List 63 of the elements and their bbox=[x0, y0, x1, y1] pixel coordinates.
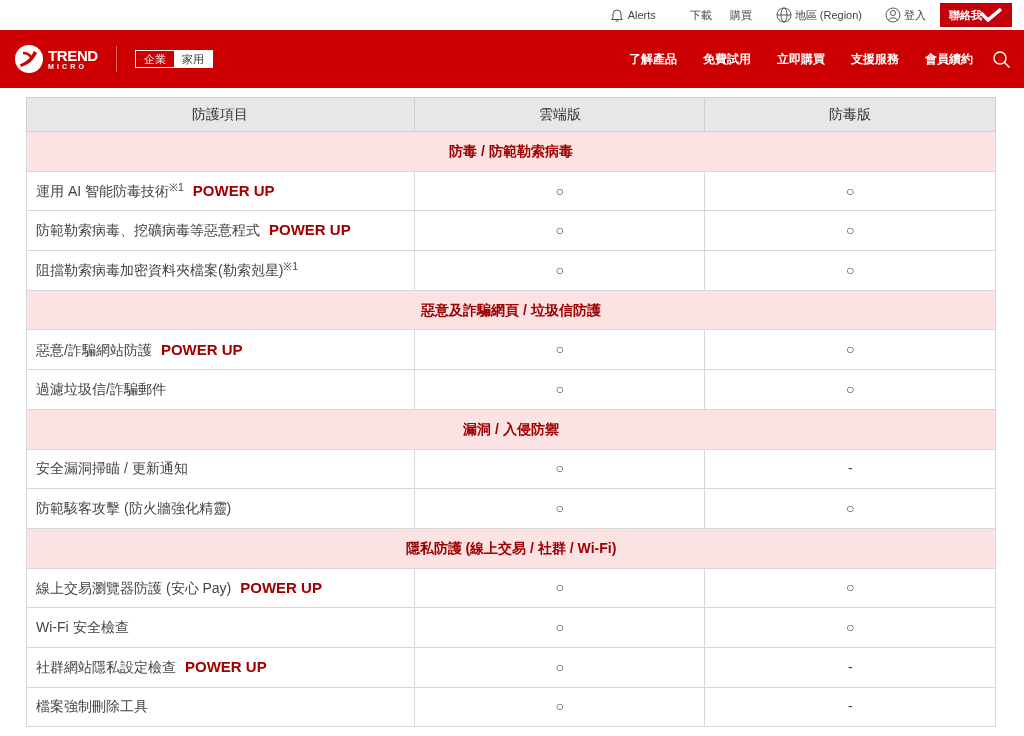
feature-label: Wi-Fi 安全檢查 bbox=[36, 619, 129, 636]
check-icon bbox=[980, 8, 1002, 22]
table-cell: ○ bbox=[414, 449, 705, 489]
table-cell: - bbox=[704, 687, 996, 727]
table-cell: ○ bbox=[704, 171, 996, 211]
power-up-tag: POWER UP bbox=[269, 221, 351, 239]
table-cell: ○ bbox=[704, 329, 996, 370]
feature-label: 防範勒索病毒、挖礦病毒等惡意程式 bbox=[36, 222, 260, 239]
user-icon[interactable] bbox=[885, 7, 901, 23]
power-up-tag: POWER UP bbox=[240, 578, 322, 596]
section-header: 防毒 / 防範勒索病毒 bbox=[26, 131, 996, 172]
feature-label: 安全漏洞掃瞄 / 更新通知 bbox=[36, 460, 188, 477]
section-header: 漏洞 / 入侵防禦 bbox=[26, 409, 996, 449]
table-cell: ○ bbox=[414, 210, 705, 251]
feature-label: 運用 AI 智能防毒技術$^{※1}$ bbox=[36, 182, 184, 199]
power-up-tag: POWER UP bbox=[185, 658, 267, 676]
feature-label: 防範駭客攻擊 (防火牆強化精靈) bbox=[36, 500, 232, 517]
feature-label: 線上交易瀏覽器防護 (安心 Pay) bbox=[36, 579, 232, 596]
table-cell: ○ bbox=[704, 210, 996, 251]
table-cell: ○ bbox=[704, 607, 996, 648]
column-header: 防毒版 bbox=[704, 97, 996, 132]
login-link[interactable]: 登入 bbox=[904, 6, 926, 24]
power-up-tag: POWER UP bbox=[192, 181, 275, 199]
feature-label: 過濾垃圾信/詐騙郵件 bbox=[36, 380, 166, 397]
globe-icon[interactable] bbox=[775, 7, 792, 23]
alerts-link[interactable]: Alerts bbox=[627, 6, 656, 24]
table-cell: ○ bbox=[414, 607, 705, 648]
nav-link[interactable]: 了解產品 bbox=[629, 50, 677, 68]
table-cell: - bbox=[704, 647, 996, 688]
bell-icon[interactable] bbox=[608, 7, 625, 23]
table-cell: ○ bbox=[414, 687, 705, 727]
table-cell: ○ bbox=[414, 250, 705, 291]
table-cell: ○ bbox=[414, 329, 705, 370]
table-cell: ○ bbox=[704, 369, 996, 410]
table-cell: ○ bbox=[414, 647, 705, 688]
nav-link[interactable]: 免費試用 bbox=[703, 50, 751, 68]
nav-link[interactable]: 會員續約 bbox=[925, 50, 973, 68]
buy-link[interactable]: 購買 bbox=[729, 6, 752, 24]
nav-link[interactable]: 支援服務 bbox=[851, 50, 899, 68]
table-cell: ○ bbox=[704, 488, 996, 529]
table-cell: - bbox=[704, 449, 996, 489]
table-cell: ○ bbox=[414, 488, 705, 529]
table-cell: ○ bbox=[704, 250, 996, 291]
power-up-tag: POWER UP bbox=[160, 340, 243, 358]
table-cell: ○ bbox=[414, 568, 705, 608]
nav-link[interactable]: 立即購買 bbox=[777, 50, 825, 68]
feature-label: 檔案強制刪除工具 bbox=[36, 698, 148, 715]
feature-label: 惡意/詐騙網站防護 bbox=[36, 341, 152, 358]
feature-label: 社群網站隱私設定檢查 bbox=[36, 659, 176, 676]
contact-button[interactable]: 聯絡我 bbox=[940, 3, 1012, 27]
download-link[interactable]: 下載 bbox=[689, 6, 712, 24]
section-header: 隱私防護 (線上交易 / 社群 / Wi-Fi) bbox=[26, 528, 996, 569]
column-header: 防護項目 bbox=[26, 97, 415, 132]
table-cell: ○ bbox=[414, 171, 705, 211]
section-header: 惡意及詐騙網頁 / 垃圾信防護 bbox=[26, 290, 996, 330]
table-cell: ○ bbox=[704, 568, 996, 608]
column-header: 雲端版 bbox=[414, 97, 705, 132]
search-icon[interactable] bbox=[993, 50, 1010, 68]
segment-tab[interactable]: 家用 bbox=[173, 51, 212, 67]
logo-icon[interactable] bbox=[14, 44, 44, 74]
table-cell: ○ bbox=[414, 369, 705, 410]
region-link[interactable]: 地區 (Region) bbox=[794, 6, 862, 24]
feature-label: 阻擋勒索病毒加密資料夾檔案(勒索剋星)$^{※1}$ bbox=[36, 261, 299, 278]
